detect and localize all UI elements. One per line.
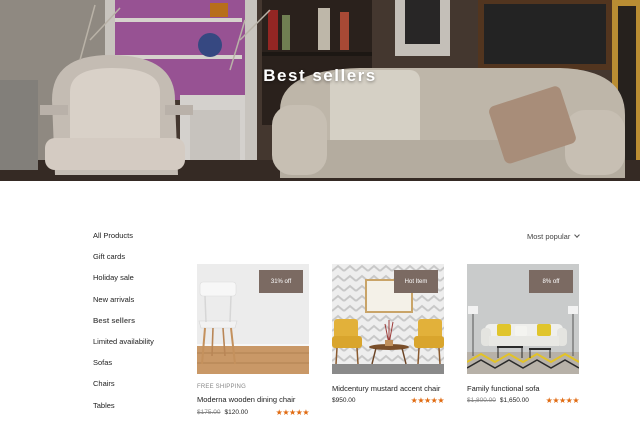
product-name[interactable]: Midcentury mustard accent chair xyxy=(332,384,440,393)
price-row: $950.00 xyxy=(332,397,356,404)
sort-dropdown[interactable]: Most popular xyxy=(527,232,581,241)
sort-label: Most popular xyxy=(527,232,571,241)
price: $1,650.00 xyxy=(499,397,529,404)
old-price: $175.00 xyxy=(197,409,221,416)
category-sidebar: All Products Gift cards Holiday sale New… xyxy=(93,226,193,417)
shipping-label: FREE SHIPPING xyxy=(197,384,246,390)
price: $950.00 xyxy=(332,397,356,404)
hero-banner: Best sellers xyxy=(0,0,640,181)
star-icon: ★ xyxy=(417,396,424,405)
sidebar-item-tables[interactable]: Tables xyxy=(93,396,193,417)
hot-item-badge: Hot Item xyxy=(394,270,438,293)
price-row: $1,800.00 $1,650.00 xyxy=(467,397,529,404)
price-row: $175.00 $120.00 xyxy=(197,409,248,416)
star-icon: ★ xyxy=(437,396,444,405)
rating-stars: ★★★★★ xyxy=(411,396,445,405)
sidebar-item-all-products[interactable]: All Products xyxy=(93,226,193,247)
star-icon: ★ xyxy=(572,396,579,405)
chevron-down-icon xyxy=(574,232,581,238)
discount-badge: 8% off xyxy=(529,270,573,293)
product-card[interactable]: 8% off Family functional sofa $1,800.00 … xyxy=(467,264,579,424)
product-name[interactable]: Family functional sofa xyxy=(467,384,540,393)
sidebar-item-holiday-sale[interactable]: Holiday sale xyxy=(93,268,193,289)
product-image[interactable]: 31% off xyxy=(197,264,309,374)
hero-image xyxy=(0,0,640,181)
star-icon: ★ xyxy=(302,408,309,417)
product-image[interactable]: Hot Item xyxy=(332,264,444,374)
star-icon: ★ xyxy=(423,396,431,405)
product-card[interactable]: 31% off FREE SHIPPING Moderna wooden din… xyxy=(197,264,309,424)
sidebar-item-sofas[interactable]: Sofas xyxy=(93,353,193,374)
sidebar-item-limited-availability[interactable]: Limited availability xyxy=(93,332,193,353)
star-icon: ★ xyxy=(552,396,559,405)
product-image[interactable]: 8% off xyxy=(467,264,579,374)
sidebar-item-gift-cards[interactable]: Gift cards xyxy=(93,247,193,268)
product-name[interactable]: Moderna wooden dining chair xyxy=(197,395,295,404)
star-icon: ★ xyxy=(288,408,296,417)
sidebar-item-chairs[interactable]: Chairs xyxy=(93,374,193,395)
price: $120.00 xyxy=(224,409,249,416)
star-icon: ★ xyxy=(282,408,289,417)
rating-stars: ★★★★★ xyxy=(276,408,310,417)
page-title: Best sellers xyxy=(263,66,377,85)
star-icon: ★ xyxy=(558,396,566,405)
discount-badge: 31% off xyxy=(259,270,303,293)
rating-stars: ★★★★★ xyxy=(546,396,580,405)
sidebar-item-best-sellers[interactable]: Best sellers xyxy=(93,311,193,332)
product-card[interactable]: Hot Item Midcentury mustard accent chair… xyxy=(332,264,444,424)
sidebar-item-new-arrivals[interactable]: New arrivals xyxy=(93,290,193,311)
old-price: $1,800.00 xyxy=(467,397,496,404)
